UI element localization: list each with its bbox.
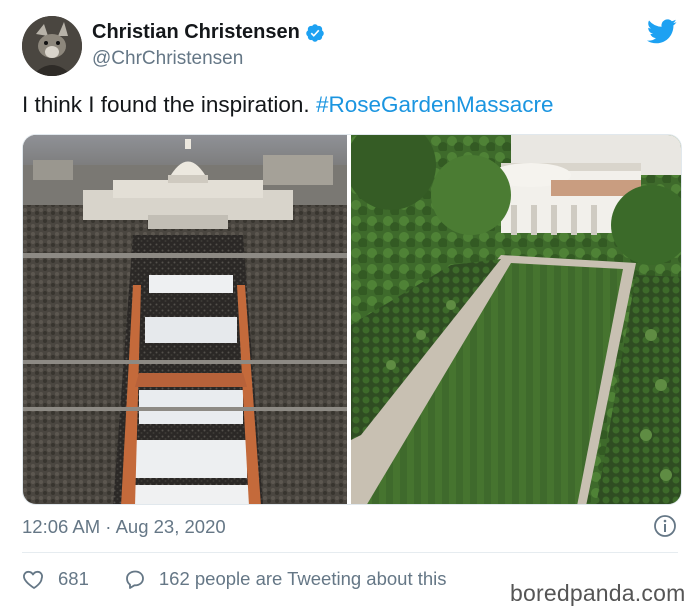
like-button[interactable]: 681 bbox=[22, 567, 123, 591]
twitter-bird-icon[interactable] bbox=[645, 16, 679, 46]
mall-crowd-photo[interactable] bbox=[23, 135, 347, 504]
tweet-media[interactable] bbox=[22, 134, 682, 505]
rose-garden-photo[interactable] bbox=[351, 135, 681, 504]
speech-bubble-icon bbox=[125, 570, 144, 589]
display-name[interactable]: Christian Christensen bbox=[92, 21, 300, 44]
tweet-card: Christian Christensen @ChrChristensen I … bbox=[0, 0, 700, 614]
heart-icon bbox=[23, 570, 43, 589]
author-handle[interactable]: @ChrChristensen bbox=[92, 48, 243, 70]
tweet-actions: 681 162 people are Tweeting about this bbox=[22, 566, 447, 592]
divider bbox=[22, 552, 678, 553]
verified-badge-icon bbox=[305, 23, 325, 43]
reply-button[interactable]: 162 people are Tweeting about this bbox=[123, 567, 447, 591]
hashtag-link[interactable]: #RoseGardenMassacre bbox=[316, 92, 554, 117]
author-name-row[interactable]: Christian Christensen bbox=[92, 21, 325, 44]
like-count: 681 bbox=[58, 568, 89, 589]
tweet-text: I think I found the inspiration. #RoseGa… bbox=[22, 92, 554, 118]
avatar[interactable] bbox=[22, 16, 82, 76]
reply-text: 162 people are Tweeting about this bbox=[158, 568, 447, 589]
tweet-body: I think I found the inspiration. bbox=[22, 92, 316, 117]
info-icon[interactable] bbox=[653, 514, 677, 538]
tweet-timestamp[interactable]: 12:06 AM · Aug 23, 2020 bbox=[22, 516, 226, 538]
watermark: boredpanda.com bbox=[506, 580, 690, 607]
